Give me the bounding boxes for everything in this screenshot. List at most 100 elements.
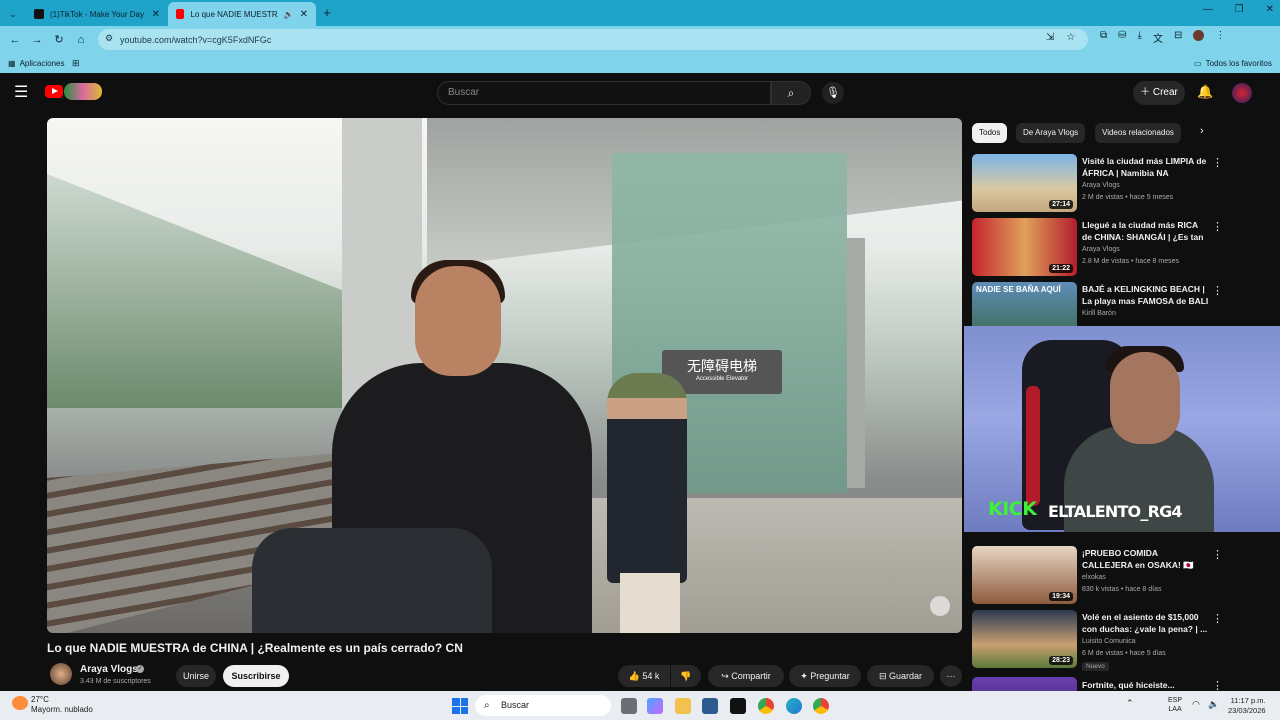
copilot-icon[interactable] (647, 698, 663, 714)
account-avatar[interactable] (1232, 83, 1252, 103)
more-options-icon[interactable]: ⋮ (1212, 612, 1223, 625)
chip-related[interactable]: Videos relacionados (1095, 123, 1181, 143)
more-options-icon[interactable]: ⋮ (1212, 284, 1223, 297)
recommendation-item[interactable]: 27:14 Visité la ciudad más LIMPIA de ÁFR… (972, 154, 1268, 214)
recommendation-item[interactable]: 19:34 ¡PRUEBO COMIDA CALLEJERA en OSAKA!… (972, 546, 1268, 606)
recommendation-item[interactable]: NADIE SE BAÑA AQUÍ BAJÉ a KELINGKING BEA… (972, 282, 1268, 326)
weather-icon[interactable] (12, 696, 28, 710)
more-actions-button[interactable]: ⋯ (940, 665, 962, 687)
translate-icon[interactable]: 文 (1153, 30, 1163, 45)
chevron-right-icon[interactable]: › (1200, 125, 1204, 137)
install-icon[interactable]: ⇲ (1046, 32, 1054, 43)
share-button[interactable]: ↪ Compartir (708, 665, 784, 687)
steam-icon[interactable] (702, 698, 718, 714)
tab-youtube[interactable]: Lo que NADIE MUESTRA de 🔊 ✕ (168, 2, 316, 26)
join-button[interactable]: Unirse (176, 665, 216, 687)
task-view-icon[interactable] (621, 698, 637, 714)
recommendation-title[interactable]: ¡PRUEBO COMIDA CALLEJERA en OSAKA! 🇯🇵 Xo… (1082, 547, 1210, 571)
weather-condition[interactable]: Mayorm. nublado (31, 705, 93, 714)
recommendation-title[interactable]: Visité la ciudad más LIMPIA de ÁFRICA | … (1082, 155, 1210, 179)
recommendation-item[interactable]: 28:23 Volé en el asiento de $15,000 con … (972, 610, 1268, 676)
tab-search-button[interactable]: ⌄ (0, 2, 26, 26)
profile-switch-icon[interactable]: ⛁ (1118, 30, 1126, 45)
search-input[interactable]: Buscar (437, 81, 771, 105)
youtube-logo[interactable] (45, 85, 63, 98)
wifi-icon[interactable]: ◠ (1192, 699, 1200, 710)
search-button[interactable]: ⌕ (771, 81, 811, 105)
tab-search-icon[interactable]: ⊟ (1174, 30, 1182, 45)
menu-hamburger-icon[interactable]: ☰ (14, 85, 28, 101)
more-options-icon[interactable]: ⋮ (1212, 548, 1223, 561)
apps-bookmark[interactable]: ▦ Aplicaciones (8, 59, 64, 68)
like-button[interactable]: 👍 54 k (618, 665, 670, 687)
site-info-icon[interactable]: ⚙ (105, 33, 113, 44)
edge-icon[interactable] (786, 698, 802, 714)
new-tab-button[interactable]: + (316, 2, 338, 26)
video-thumbnail[interactable]: 19:34 (972, 546, 1077, 604)
video-thumbnail[interactable]: 28:23 (972, 610, 1077, 668)
recommendation-channel[interactable]: Kirill Barón (1082, 310, 1116, 317)
reload-icon[interactable]: ↻ (48, 33, 70, 46)
more-options-icon[interactable]: ⋮ (1212, 679, 1223, 691)
file-explorer-icon[interactable] (675, 698, 691, 714)
address-bar[interactable]: ⚙ youtube.com/watch?v=cgK5FxdNFGc (98, 29, 1088, 50)
chrome-alt-icon[interactable] (813, 698, 829, 714)
video-thumbnail[interactable]: 27:14 (972, 154, 1077, 212)
channel-avatar[interactable] (50, 663, 72, 685)
all-bookmarks[interactable]: ▭ Todos los favoritos (1194, 59, 1272, 68)
channel-name[interactable]: Araya Vlogs (80, 664, 138, 675)
youtube-doodle[interactable] (64, 83, 102, 100)
recommendation-title[interactable]: BAJÉ a KELINGKING BEACH | La playa mas F… (1082, 283, 1210, 307)
player-control-icon[interactable] (930, 596, 950, 616)
voice-search-button[interactable]: 🎙 (822, 82, 844, 104)
recommendation-item[interactable]: 21:22 Llegué a la ciudad más RICA de CHI… (972, 218, 1268, 278)
language-indicator[interactable]: ESP LAA (1168, 696, 1182, 714)
tab-tiktok[interactable]: (1)TikTok - Make Your Day ✕ (26, 2, 168, 26)
start-button[interactable] (452, 698, 468, 714)
download-icon[interactable]: ⤓ (1138, 30, 1142, 45)
notifications-bell-icon[interactable]: 🔔 (1197, 84, 1213, 100)
profile-avatar-icon[interactable] (1193, 30, 1205, 41)
save-button[interactable]: ⊟ Guardar (867, 665, 934, 687)
ask-button[interactable]: ✦ Preguntar (789, 665, 861, 687)
grid-icon[interactable]: ⊞ (72, 58, 80, 69)
close-window-icon[interactable]: ✕ (1266, 4, 1274, 15)
extensions-icon[interactable]: ⧉ (1100, 30, 1107, 45)
chevron-up-icon[interactable]: ⌃ (1126, 698, 1134, 709)
recommendation-channel[interactable]: elxokas (1082, 574, 1106, 581)
chip-channel[interactable]: De Araya Vlogs (1016, 123, 1086, 143)
video-thumbnail[interactable]: 21:22 (972, 218, 1077, 276)
dislike-button[interactable]: 👎 (671, 665, 701, 687)
more-options-icon[interactable]: ⋮ (1212, 220, 1223, 233)
menu-icon[interactable]: ⋮ (1215, 30, 1225, 45)
recommendation-title[interactable]: Volé en el asiento de $15,000 con duchas… (1082, 611, 1210, 635)
weather-temperature[interactable]: 27°C (31, 695, 49, 704)
speaker-icon[interactable]: 🔊 (284, 10, 294, 19)
forward-icon[interactable]: → (26, 34, 48, 46)
recommendation-title[interactable]: Fortnite, qué hiceiste... (1082, 679, 1210, 691)
create-button[interactable]: ＋ Crear (1133, 81, 1185, 105)
chrome-icon[interactable] (758, 698, 774, 714)
volume-icon[interactable]: 🔈 (1208, 699, 1219, 710)
recommendation-channel[interactable]: Araya Vlogs (1082, 182, 1120, 189)
recommendation-channel[interactable]: Araya Vlogs (1082, 246, 1120, 253)
video-thumbnail[interactable]: NADIE SE BAÑA AQUÍ (972, 282, 1077, 326)
minimize-icon[interactable]: — (1203, 4, 1213, 15)
close-icon[interactable]: ✕ (152, 9, 160, 20)
recommendation-title[interactable]: Llegué a la ciudad más RICA de CHINA: SH… (1082, 219, 1210, 243)
video-thumbnail[interactable] (972, 677, 1077, 691)
taskbar-search[interactable]: ⌕ Buscar (475, 695, 611, 716)
recommendation-channel[interactable]: Luisito Comunica (1082, 638, 1136, 645)
bookmark-star-icon[interactable]: ☆ (1066, 32, 1075, 43)
clock[interactable]: 11:17 p.m. 23/03/2026 (1228, 696, 1266, 716)
capcut-icon[interactable] (730, 698, 746, 714)
video-player[interactable]: 无障碍电梯 Accessible Elevator (47, 118, 962, 633)
restore-icon[interactable]: ❐ (1235, 4, 1244, 15)
back-icon[interactable]: ← (4, 34, 26, 46)
home-icon[interactable]: ⌂ (70, 34, 92, 46)
subscribe-button[interactable]: Suscribirse (223, 665, 289, 687)
more-options-icon[interactable]: ⋮ (1212, 156, 1223, 169)
close-icon[interactable]: ✕ (300, 9, 308, 20)
chip-all[interactable]: Todos (972, 123, 1008, 143)
recommendation-item[interactable]: Fortnite, qué hiceiste... ⋮ (972, 677, 1268, 691)
